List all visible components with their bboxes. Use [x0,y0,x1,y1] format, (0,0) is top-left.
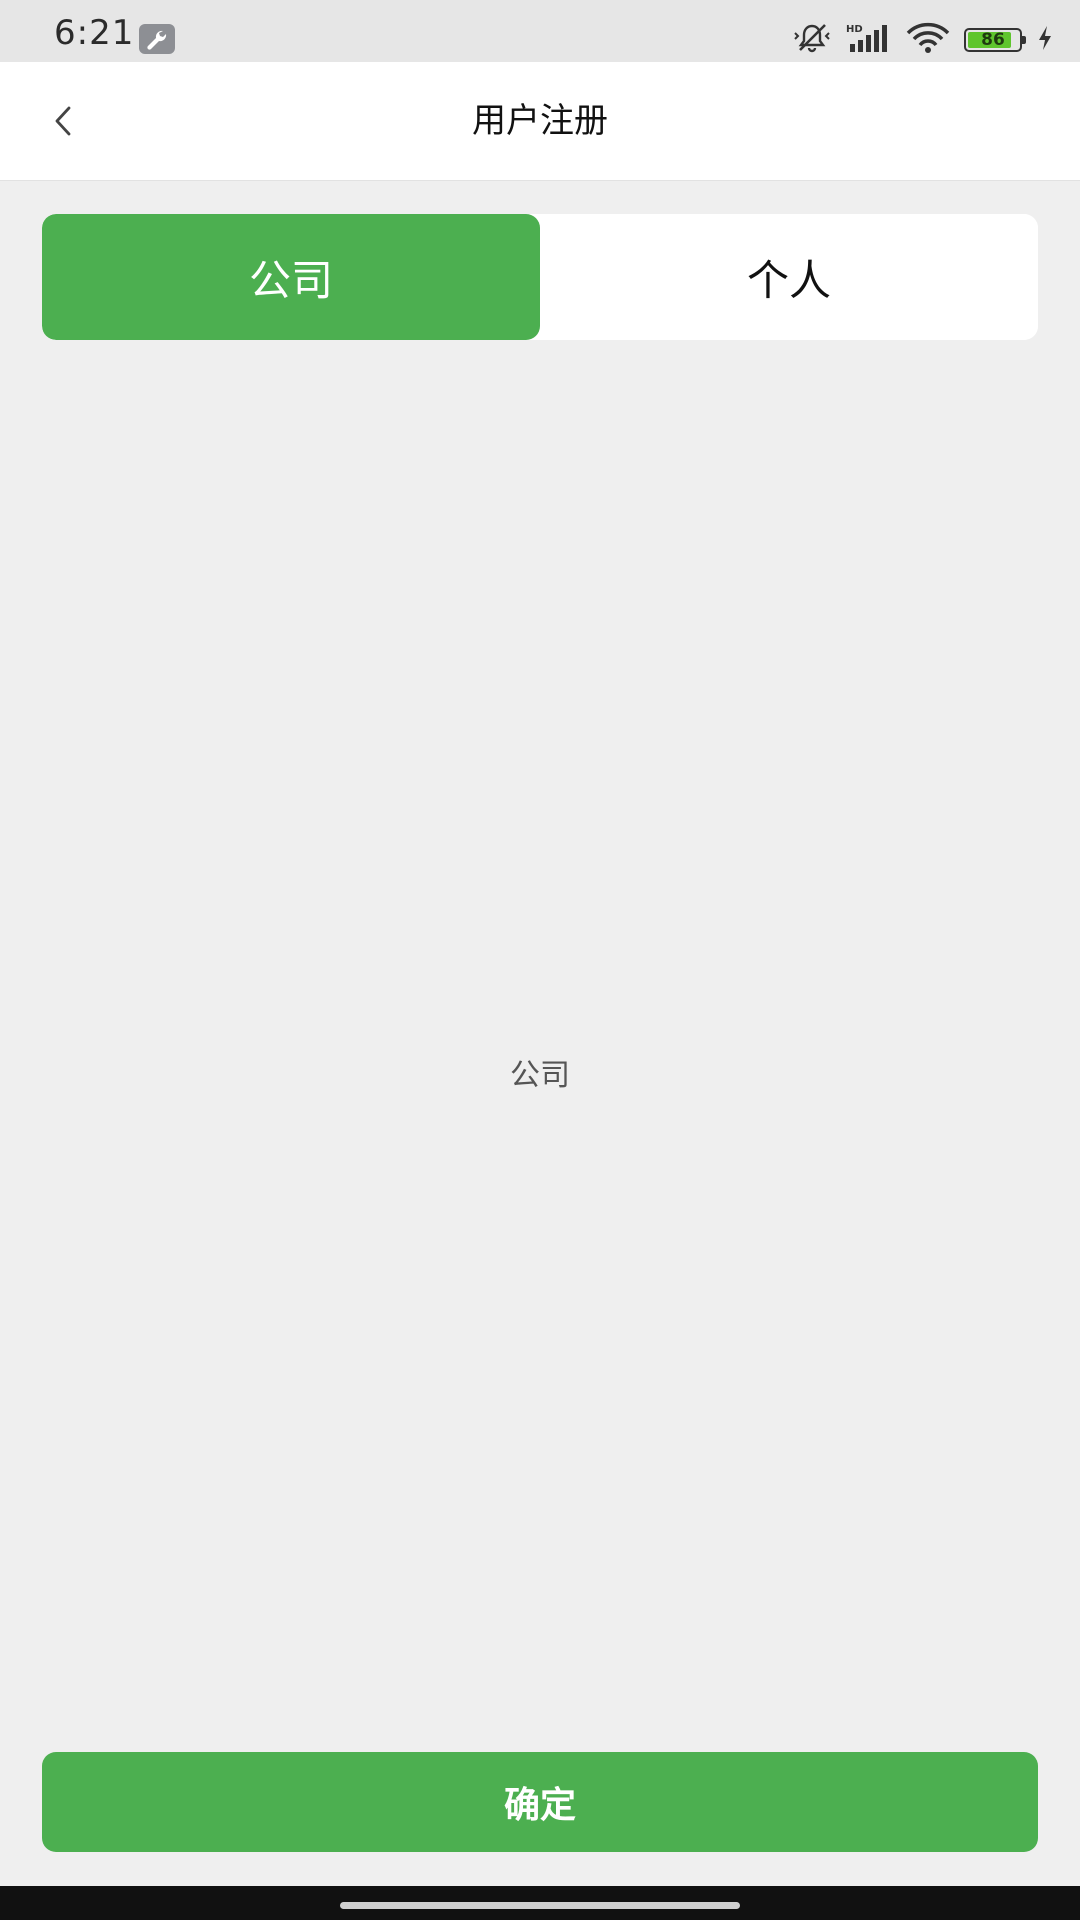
signal-icon: HD [846,22,892,58]
status-bar: 6:21 HD 86 [0,0,1080,62]
battery-icon: 86 [964,28,1026,52]
tab-personal[interactable]: 个人 [540,214,1038,340]
content-label: 公司 [510,1058,570,1093]
tab-company[interactable]: 公司 [42,214,540,340]
page-title: 用户注册 [472,101,608,141]
content-area: 公司 [0,340,1080,1750]
wifi-icon [906,22,950,58]
status-time: 6:21 [54,13,135,53]
nav-bar: 用户注册 [0,62,1080,181]
home-indicator[interactable] [340,1902,740,1909]
mute-vibrate-icon [792,22,832,58]
battery-level: 86 [981,30,1005,50]
charging-icon [1036,24,1054,56]
wrench-icon [139,24,175,54]
gesture-bar [0,1886,1080,1920]
network-label: HD [846,24,863,35]
confirm-button[interactable]: 确定 [42,1752,1038,1852]
registration-type-tabs: 公司 个人 [42,214,1038,340]
status-icons: HD 86 [792,20,1054,60]
battery-nub [1022,36,1026,44]
